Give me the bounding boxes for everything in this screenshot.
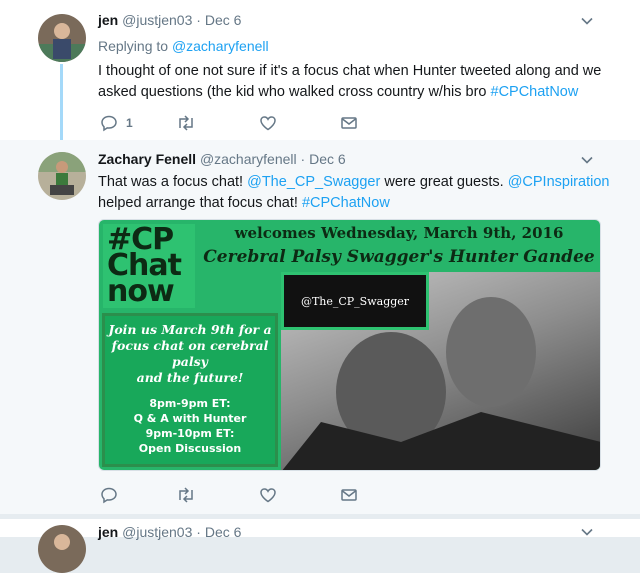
avatar[interactable] [38, 14, 86, 62]
replying-mention[interactable]: @zacharyfenell [172, 38, 269, 54]
lead-line: Join us March 9th for a [108, 322, 272, 337]
reply-button[interactable]: 1 [100, 114, 133, 132]
avatar[interactable] [38, 152, 86, 200]
reply-icon [101, 115, 117, 132]
tweet[interactable]: Zachary Fenell @zacharyfenell · Dec 6 Th… [0, 140, 640, 514]
promo-schedule: 8pm-9pm ET: Q & A with Hunter 9pm-10pm E… [105, 396, 275, 456]
direct-message-icon [341, 489, 357, 501]
like-icon [260, 116, 276, 131]
schedule-line: 8pm-9pm ET: [149, 397, 231, 410]
reply-button[interactable] [100, 486, 118, 504]
separator: · [196, 524, 201, 540]
username[interactable]: @justjen03 [122, 524, 192, 540]
promo-title: Cerebral Palsy Swagger's Hunter Gandee [203, 247, 595, 267]
timestamp[interactable]: Dec 6 [309, 151, 346, 167]
chevron-down-icon[interactable] [580, 153, 594, 167]
hashtag-link[interactable]: #CPChatNow [302, 195, 390, 211]
timestamp[interactable]: Dec 6 [205, 12, 242, 28]
tweet-body-part: were great guests. [384, 174, 504, 190]
avatar[interactable] [38, 525, 86, 573]
retweet-button[interactable] [176, 486, 196, 504]
tweet-actions [98, 486, 368, 506]
lead-line: focus chat on cerebral palsy [111, 338, 269, 369]
schedule-line: Open Discussion [138, 442, 242, 455]
reply-icon [101, 487, 117, 504]
direct-message-button[interactable] [340, 114, 358, 132]
separator: · [196, 12, 201, 28]
tweet-body-part: helped arrange that focus chat! [98, 195, 298, 211]
timeline: jen @justjen03 · Dec 6 Replying to @zach… [0, 0, 640, 573]
tweet[interactable]: jen @justjen03 · Dec 6 Replying to @zach… [0, 0, 640, 146]
timestamp[interactable]: Dec 6 [205, 524, 242, 540]
display-name[interactable]: jen [98, 524, 118, 540]
schedule-line: 9pm-10pm ET: [145, 427, 235, 440]
tweet-header: jen @justjen03 · Dec 6 [98, 524, 241, 540]
username[interactable]: @justjen03 [122, 12, 192, 28]
like-button[interactable] [259, 486, 277, 504]
chevron-down-icon[interactable] [580, 14, 594, 28]
tweet-header: Zachary Fenell @zacharyfenell · Dec 6 [98, 151, 346, 167]
replying-to: Replying to @zacharyfenell [98, 38, 269, 54]
lead-line: and the future! [136, 370, 244, 385]
retweet-icon [179, 115, 193, 131]
tweet[interactable]: jen @justjen03 · Dec 6 [0, 518, 640, 573]
tweet-media-image[interactable]: #CP Chat now welcomes Wednesday, March 9… [98, 219, 601, 471]
separator: · [300, 151, 306, 167]
direct-message-icon [341, 117, 357, 129]
display-name[interactable]: Zachary Fenell [98, 151, 196, 167]
tweet-text: That was a focus chat! @The_CP_Swagger w… [98, 172, 618, 214]
tweet-body-part: That was a focus chat! [98, 174, 244, 190]
username[interactable]: @zacharyfenell [200, 151, 297, 167]
hashtag-link[interactable]: #CPChatNow [491, 84, 579, 100]
promo-welcome: welcomes Wednesday, March 9th, 2016 [234, 224, 564, 242]
display-name[interactable]: jen [98, 12, 118, 28]
replying-label: Replying to [98, 38, 169, 54]
reply-count: 1 [126, 116, 133, 130]
tweet-text: I thought of one not sure if it's a focu… [98, 61, 618, 103]
promo-handle-box: @The_CP_Swagger [281, 272, 429, 330]
promo-lead: Join us March 9th for a focus chat on ce… [105, 322, 275, 386]
thread-connector [60, 64, 63, 146]
tweet-actions: 1 [98, 114, 368, 134]
cpchatnow-logo: #CP Chat now [103, 224, 195, 308]
promo-info-box: Join us March 9th for a focus chat on ce… [102, 313, 278, 467]
retweet-button[interactable] [176, 114, 196, 132]
retweet-icon [179, 487, 193, 503]
mention-link[interactable]: @The_CP_Swagger [247, 174, 380, 190]
direct-message-button[interactable] [340, 486, 358, 504]
schedule-line: Q & A with Hunter [133, 412, 247, 425]
like-icon [260, 488, 276, 503]
tweet-header: jen @justjen03 · Dec 6 [98, 12, 241, 28]
mention-link[interactable]: @CPInspiration [508, 174, 610, 190]
like-button[interactable] [259, 114, 277, 132]
